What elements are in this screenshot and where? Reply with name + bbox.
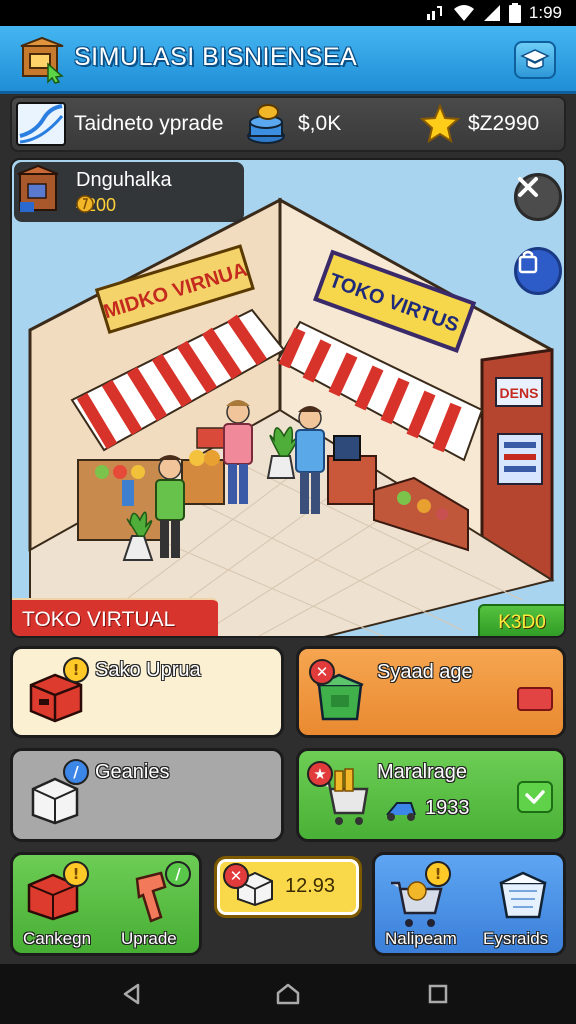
stats-bar: Taidneto yprade $,0K $Z2990: [10, 96, 566, 152]
home-icon: [276, 983, 300, 1005]
side-wall-sign: DENS: [495, 377, 543, 407]
ticket-chip-button[interactable]: [517, 687, 553, 711]
remove-badge-icon: ✕: [309, 659, 335, 685]
info-badge-icon: /: [63, 759, 89, 785]
recents-button[interactable]: [424, 980, 452, 1008]
status-bar: 1:99: [0, 0, 576, 26]
home-button[interactable]: [274, 980, 302, 1008]
price-card[interactable]: ✕ 12.93: [214, 856, 362, 918]
alert-badge-icon: !: [63, 657, 89, 683]
close-icon: [518, 177, 538, 197]
money-value: $,0K: [298, 112, 342, 135]
wifi-icon: [453, 5, 474, 21]
geanies-card[interactable]: / Geanies: [10, 748, 284, 842]
shop-info-card[interactable]: Dnguhalka 4200: [14, 162, 244, 222]
shopping-bag-icon: [518, 250, 538, 274]
banner-text: TOKO VIRTUAL: [22, 608, 176, 631]
shop-scene[interactable]: MIDKO VIRNUA TOKO VIRTUS DENS Dnguhalka …: [10, 158, 566, 638]
stars-value: $Z2990: [468, 112, 540, 135]
card1-label: Sako Uprua: [95, 659, 201, 681]
coin-icon: [76, 195, 94, 213]
card5-right-label: Uprade: [121, 929, 177, 948]
card6-value: 12.93: [285, 875, 336, 897]
alert-badge-icon: !: [425, 861, 451, 887]
star-icon: [420, 104, 460, 144]
check-icon: [525, 790, 545, 804]
upgrade-label: Taidneto yprade: [74, 112, 224, 135]
scooter-icon: [386, 802, 416, 821]
score-text: K3D0: [498, 612, 546, 633]
maralrage-card[interactable]: ★ Maralrage 1933: [296, 748, 566, 842]
cell-signal-icon: [483, 5, 500, 21]
confirm-button[interactable]: [517, 781, 553, 813]
card4-value: 1933: [425, 797, 470, 819]
score-badge: K3D0: [478, 604, 564, 636]
remove-badge-icon: ✕: [223, 863, 249, 889]
star-badge-icon: ★: [307, 761, 333, 787]
card7-right-label: Eysraids: [483, 929, 549, 948]
vending-stall-icon: [17, 164, 59, 212]
graduation-cap-icon: [520, 49, 550, 70]
upgrade-stat[interactable]: Taidneto yprade: [16, 98, 223, 150]
money-stat: $,0K: [244, 98, 341, 150]
basket-icon: [499, 871, 547, 919]
battery-icon: [508, 3, 521, 23]
store-items-card[interactable]: ! Nalipeam Eysraids: [372, 852, 566, 956]
sako-upgrade-card[interactable]: ! Sako Uprua: [10, 646, 284, 738]
cankegn-upgrade-card[interactable]: ! / Cankegn Uprade: [10, 852, 202, 956]
shop-logo-icon: [20, 36, 64, 84]
card5-left-label: Cankegn: [23, 929, 92, 948]
close-button[interactable]: [514, 173, 562, 221]
shopping-bag-button[interactable]: [514, 247, 562, 295]
chart-card-icon: [16, 102, 66, 146]
back-button[interactable]: [118, 980, 146, 1008]
system-navigation-bar: [0, 964, 576, 1024]
stars-stat: $Z2990: [420, 98, 539, 150]
card7-left-label: Nalipeam: [385, 929, 457, 948]
status-clock: 1:99: [528, 3, 562, 22]
card4-label: Maralrage: [377, 761, 468, 783]
side-sign-text: DENS: [500, 385, 539, 401]
recents-square-icon: [428, 984, 448, 1004]
signal-icon: [426, 6, 442, 20]
app-title: SIMULASI BISNIENSEA: [74, 43, 358, 71]
shop-name-banner: TOKO VIRTUAL: [12, 598, 218, 636]
title-bar: SIMULASI BISNIENSEA: [0, 26, 576, 94]
graduation-menu-button[interactable]: [514, 41, 556, 79]
syaad-age-card[interactable]: ✕ Syaad age: [296, 646, 566, 738]
done-badge-icon: /: [165, 861, 191, 887]
money-bag-icon: [247, 104, 285, 144]
alert-badge-icon: !: [63, 861, 89, 887]
shop-coins: 4200: [76, 195, 116, 216]
card3-label: Geanies: [95, 761, 170, 783]
shop-isometric-illustration: MIDKO VIRNUA TOKO VIRTUS DENS: [28, 197, 555, 636]
card2-label: Syaad age: [377, 661, 473, 683]
back-triangle-icon: [123, 983, 140, 1005]
shop-name: Dnguhalka: [76, 169, 172, 191]
